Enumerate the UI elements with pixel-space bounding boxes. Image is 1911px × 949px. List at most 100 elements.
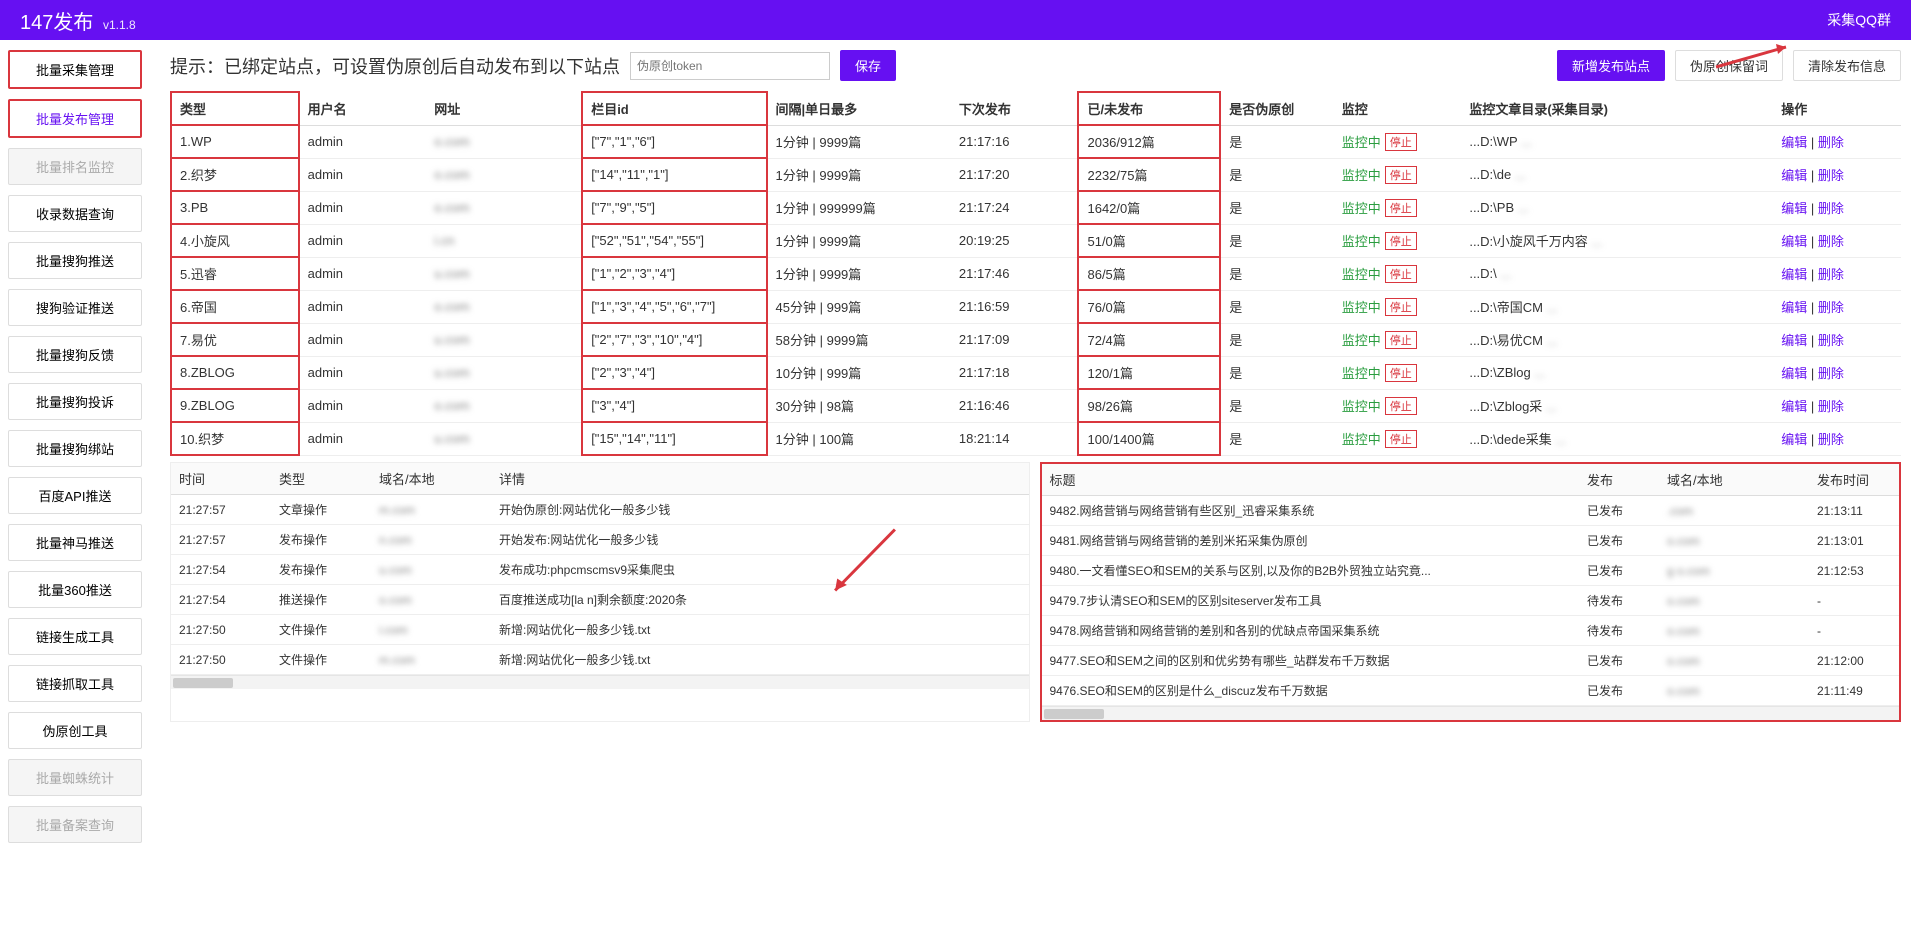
edit-link[interactable]: 编辑 [1781, 333, 1807, 348]
cell: 发布操作 [271, 555, 371, 585]
edit-link[interactable]: 编辑 [1781, 366, 1807, 381]
edit-link[interactable]: 编辑 [1781, 168, 1807, 183]
cell: 已发布 [1579, 496, 1659, 526]
stop-button[interactable]: 停止 [1385, 232, 1417, 250]
cell: 10分钟 | 999篇 [767, 356, 951, 389]
col-header: 标题 [1042, 464, 1580, 496]
app-title: 147发布 [20, 12, 93, 34]
edit-link[interactable]: 编辑 [1781, 399, 1807, 414]
pseudo-original: 是 [1229, 234, 1242, 249]
cell: 2036/912篇 [1078, 125, 1220, 158]
cell: 45分钟 | 999篇 [767, 290, 951, 323]
monitor-status: 监控中 [1342, 165, 1381, 184]
edit-link[interactable]: 编辑 [1781, 432, 1807, 447]
edit-link[interactable]: 编辑 [1781, 300, 1807, 315]
delete-link[interactable]: 删除 [1818, 168, 1844, 183]
log-row: 9479.7步认清SEO和SEM的区别siteserver发布工具待发布o.co… [1042, 586, 1900, 616]
cell: o.com [1659, 676, 1809, 706]
edit-link[interactable]: 编辑 [1781, 135, 1807, 150]
cell: 100/1400篇 [1078, 422, 1220, 455]
save-button[interactable]: 保存 [840, 50, 896, 81]
stop-button[interactable]: 停止 [1385, 430, 1417, 448]
cell: m.com [371, 645, 491, 675]
cell: 文件操作 [271, 615, 371, 645]
delete-link[interactable]: 删除 [1818, 333, 1844, 348]
monitor-status: 监控中 [1342, 429, 1381, 448]
dir-cell: ...D:\帝国CM [1469, 300, 1543, 315]
table-row: 4.小旋风admini.cn["52","51","54","55"]1分钟 |… [171, 224, 1901, 257]
dir-cell: ...D:\dede采集 [1469, 432, 1551, 447]
qq-group-link[interactable]: 采集QQ群 [1827, 10, 1891, 30]
sidebar-item-11[interactable]: 批量360推送 [8, 571, 142, 608]
sidebar-item-10[interactable]: 批量神马推送 [8, 524, 142, 561]
log-row: 9476.SEO和SEM的区别是什么_discuz发布千万数据已发布o.com2… [1042, 676, 1900, 706]
col-header: 已/未发布 [1078, 92, 1220, 125]
delete-link[interactable]: 删除 [1818, 234, 1844, 249]
scrollbar[interactable] [171, 675, 1029, 689]
cell: n.com [371, 525, 491, 555]
delete-link[interactable]: 删除 [1818, 135, 1844, 150]
sidebar-item-4[interactable]: 批量搜狗推送 [8, 242, 142, 279]
sidebar-item-3[interactable]: 收录数据查询 [8, 195, 142, 232]
delete-link[interactable]: 删除 [1818, 432, 1844, 447]
stop-button[interactable]: 停止 [1385, 331, 1417, 349]
cell: 72/4篇 [1078, 323, 1220, 356]
cell: 2232/75篇 [1078, 158, 1220, 191]
cell: .com [1659, 496, 1809, 526]
cell: ["15","14","11"] [582, 422, 766, 455]
token-input[interactable] [630, 52, 830, 80]
url-cell: i.cn [434, 233, 454, 248]
sidebar-item-12[interactable]: 链接生成工具 [8, 618, 142, 655]
cell: admin [299, 356, 427, 389]
stop-button[interactable]: 停止 [1385, 298, 1417, 316]
sidebar-item-7[interactable]: 批量搜狗投诉 [8, 383, 142, 420]
cell: o.com [1659, 616, 1809, 646]
url-cell: u.com [434, 266, 469, 281]
log-row: 9481.网络营销与网络营销的差别米拓采集伪原创已发布o.com21:13:01 [1042, 526, 1900, 556]
scrollbar[interactable] [1042, 706, 1900, 720]
sidebar-item-6[interactable]: 批量搜狗反馈 [8, 336, 142, 373]
edit-link[interactable]: 编辑 [1781, 201, 1807, 216]
edit-link[interactable]: 编辑 [1781, 234, 1807, 249]
delete-link[interactable]: 删除 [1818, 300, 1844, 315]
stop-button[interactable]: 停止 [1385, 166, 1417, 184]
sidebar-item-8[interactable]: 批量搜狗绑站 [8, 430, 142, 467]
keep-words-button[interactable]: 伪原创保留词 [1675, 50, 1783, 81]
stop-button[interactable]: 停止 [1385, 397, 1417, 415]
edit-link[interactable]: 编辑 [1781, 267, 1807, 282]
delete-link[interactable]: 删除 [1818, 399, 1844, 414]
log-right-panel: 标题发布域名/本地发布时间 9482.网络营销与网络营销有些区别_迅睿采集系统已… [1040, 462, 1902, 722]
sidebar-item-1[interactable]: 批量发布管理 [8, 99, 142, 138]
sidebar-item-13[interactable]: 链接抓取工具 [8, 665, 142, 702]
monitor-status: 监控中 [1342, 264, 1381, 283]
cell: 1分钟 | 9999篇 [767, 257, 951, 290]
cell: ["2","7","3","10","4"] [582, 323, 766, 356]
clear-info-button[interactable]: 清除发布信息 [1793, 50, 1901, 81]
cell: 98/26篇 [1078, 389, 1220, 422]
monitor-status: 监控中 [1342, 198, 1381, 217]
cell: 新增:网站优化一般多少钱.txt [491, 615, 1029, 645]
sidebar-item-5[interactable]: 搜狗验证推送 [8, 289, 142, 326]
cell: 21:27:50 [171, 615, 271, 645]
sidebar-item-14[interactable]: 伪原创工具 [8, 712, 142, 749]
stop-button[interactable]: 停止 [1385, 133, 1417, 151]
delete-link[interactable]: 删除 [1818, 201, 1844, 216]
stop-button[interactable]: 停止 [1385, 199, 1417, 217]
stop-button[interactable]: 停止 [1385, 364, 1417, 382]
delete-link[interactable]: 删除 [1818, 366, 1844, 381]
delete-link[interactable]: 删除 [1818, 267, 1844, 282]
add-site-button[interactable]: 新增发布站点 [1557, 50, 1665, 81]
cell: 发布操作 [271, 525, 371, 555]
cell: 58分钟 | 9999篇 [767, 323, 951, 356]
cell: o.com [1659, 646, 1809, 676]
cell: 9478.网络营销和网络营销的差别和各别的优缺点帝国采集系统 [1042, 616, 1580, 646]
sidebar-item-9[interactable]: 百度API推送 [8, 477, 142, 514]
sidebar-item-0[interactable]: 批量采集管理 [8, 50, 142, 89]
stop-button[interactable]: 停止 [1385, 265, 1417, 283]
cell: 已发布 [1579, 556, 1659, 586]
log-row: 21:27:57发布操作n.com开始发布:网站优化一般多少钱 [171, 525, 1029, 555]
cell: 51/0篇 [1078, 224, 1220, 257]
cell: 待发布 [1579, 586, 1659, 616]
table-row: 9.ZBLOGadmino.com["3","4"]30分钟 | 98篇21:1… [171, 389, 1901, 422]
cell: 21:16:46 [951, 389, 1079, 422]
